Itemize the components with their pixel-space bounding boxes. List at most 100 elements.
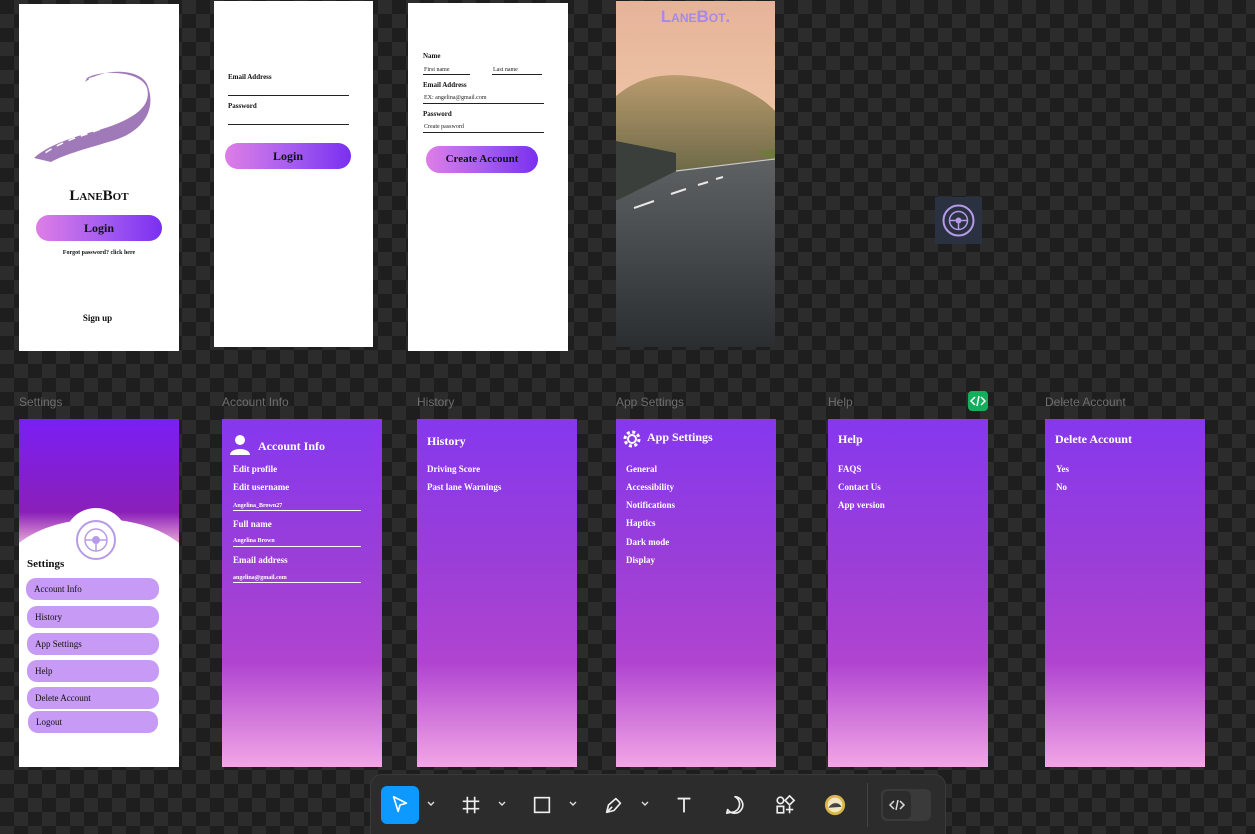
code-icon (969, 395, 987, 407)
first-name-line (423, 74, 470, 75)
create-account-button[interactable]: Create Account (426, 146, 538, 173)
signup-password-label: Password (423, 110, 452, 118)
road-logo-icon (34, 71, 151, 162)
login-frame[interactable]: Email Address Password Login (214, 1, 373, 347)
chevron-down-icon[interactable] (639, 797, 651, 809)
delete-yes-option[interactable]: Yes (1056, 464, 1069, 474)
password-label: Password (228, 102, 257, 110)
history-item-driving-score[interactable]: Driving Score (427, 464, 480, 474)
plugin-avatar-icon (824, 794, 846, 816)
comment-tool-button[interactable] (716, 786, 754, 824)
chevron-down-icon[interactable] (425, 797, 437, 809)
edit-profile-link[interactable]: Edit profile (233, 464, 277, 474)
menu-account-info[interactable]: Account Info (26, 578, 159, 600)
rectangle-icon (533, 796, 551, 814)
username-value[interactable]: Angelina_Brown27 (233, 503, 282, 509)
menu-history[interactable]: History (27, 606, 159, 628)
splash-frame[interactable]: LaneBot. (616, 1, 775, 347)
menu-logout[interactable]: Logout (28, 711, 158, 733)
login-button[interactable]: Login (36, 215, 162, 241)
dev-mode-toggle[interactable] (881, 789, 931, 821)
pen-tool-button[interactable] (595, 786, 633, 824)
password-field[interactable] (228, 124, 349, 125)
app-setting-haptics[interactable]: Haptics (626, 518, 656, 528)
welcome-frame[interactable]: LaneBot Login Forgot password? click her… (19, 4, 179, 351)
text-tool-button[interactable] (665, 786, 703, 824)
signup-email-line (423, 103, 544, 104)
steering-wheel-icon (942, 204, 975, 237)
full-name-value[interactable]: Angelina Brown (233, 538, 275, 544)
plugin-tool-button[interactable] (816, 786, 854, 824)
login-submit-button[interactable]: Login (225, 143, 351, 169)
history-frame[interactable]: History Driving Score Past lane Warnings (417, 419, 577, 767)
last-name-line (492, 74, 542, 75)
settings-title: Settings (27, 558, 65, 570)
chevron-down-icon[interactable] (567, 797, 579, 809)
text-icon (677, 797, 691, 813)
dev-mode-toggle-knob (883, 791, 911, 819)
app-setting-notifications[interactable]: Notifications (626, 500, 675, 510)
toolbar-separator (867, 783, 868, 827)
signup-frame[interactable]: Name First name Last name Email Address … (408, 3, 568, 351)
cursor-icon (392, 795, 408, 813)
email-label: Email Address (228, 73, 272, 81)
assets-tool-button[interactable] (766, 786, 804, 824)
comment-icon (725, 795, 744, 815)
bottom-toolbar (370, 774, 946, 834)
app-setting-accessibility[interactable]: Accessibility (626, 482, 674, 492)
email-address-value[interactable]: angelina@gmail.com (233, 575, 287, 581)
frame-label-app-settings[interactable]: App Settings (616, 395, 684, 409)
chevron-down-icon[interactable] (496, 797, 508, 809)
dev-mode-badge[interactable] (968, 391, 988, 411)
help-item-version[interactable]: App version (838, 500, 885, 510)
signup-password-line (423, 132, 544, 133)
edit-username-link[interactable]: Edit username (233, 482, 289, 492)
move-tool-button[interactable] (381, 786, 419, 824)
frame-tool-button[interactable] (452, 786, 490, 824)
splash-brand: LaneBot. (660, 7, 731, 26)
full-name-label: Full name (233, 519, 272, 529)
settings-frame[interactable]: Settings Account Info History App Settin… (19, 419, 179, 767)
username-line (233, 510, 361, 511)
frame-label-delete-account[interactable]: Delete Account (1045, 395, 1126, 409)
menu-help[interactable]: Help (27, 660, 159, 682)
menu-app-settings[interactable]: App Settings (27, 633, 159, 655)
app-setting-dark-mode[interactable]: Dark mode (626, 537, 669, 547)
app-icon-thumbnail[interactable] (935, 197, 982, 244)
shapes-icon (776, 794, 796, 814)
signup-password-field[interactable]: Create password (424, 124, 464, 130)
signup-email-field[interactable]: EX: angelina@gmail.com (424, 95, 487, 101)
email-field[interactable] (228, 95, 349, 96)
first-name-field[interactable]: First name (424, 67, 450, 73)
signup-link[interactable]: Sign up (19, 313, 176, 323)
frame-hash-icon (462, 796, 480, 814)
app-settings-frame[interactable]: App Settings General Accessibility Notif… (616, 419, 776, 767)
history-title: History (427, 434, 466, 448)
app-setting-general[interactable]: General (626, 464, 657, 474)
history-item-lane-warnings[interactable]: Past lane Warnings (427, 482, 501, 492)
frame-label-history[interactable]: History (417, 395, 454, 409)
rectangle-tool-button[interactable] (523, 786, 561, 824)
frame-label-account-info[interactable]: Account Info (222, 395, 289, 409)
account-info-frame[interactable]: Account Info Edit profile Edit username … (222, 419, 382, 767)
help-item-contact[interactable]: Contact Us (838, 482, 881, 492)
forgot-password-link[interactable]: Forgot password? click here (19, 250, 179, 256)
account-info-title: Account Info (258, 439, 326, 453)
delete-account-title: Delete Account (1055, 432, 1132, 446)
app-settings-title: App Settings (647, 430, 713, 444)
email-address-label: Email address (233, 555, 288, 565)
app-setting-display[interactable]: Display (626, 555, 655, 565)
road-landscape-image (616, 1, 775, 347)
help-item-faqs[interactable]: FAQS (838, 464, 861, 474)
menu-delete-account[interactable]: Delete Account (27, 687, 159, 709)
code-icon (888, 799, 906, 811)
help-frame[interactable]: Help FAQS Contact Us App version (828, 419, 988, 767)
delete-no-option[interactable]: No (1056, 482, 1067, 492)
signup-email-label: Email Address (423, 81, 467, 89)
last-name-field[interactable]: Last name (493, 67, 518, 73)
frame-label-help[interactable]: Help (828, 395, 853, 409)
frame-label-settings[interactable]: Settings (19, 395, 62, 409)
brand-title: LaneBot (69, 188, 129, 204)
settings-avatar (64, 508, 128, 572)
delete-account-frame[interactable]: Delete Account Yes No (1045, 419, 1205, 767)
